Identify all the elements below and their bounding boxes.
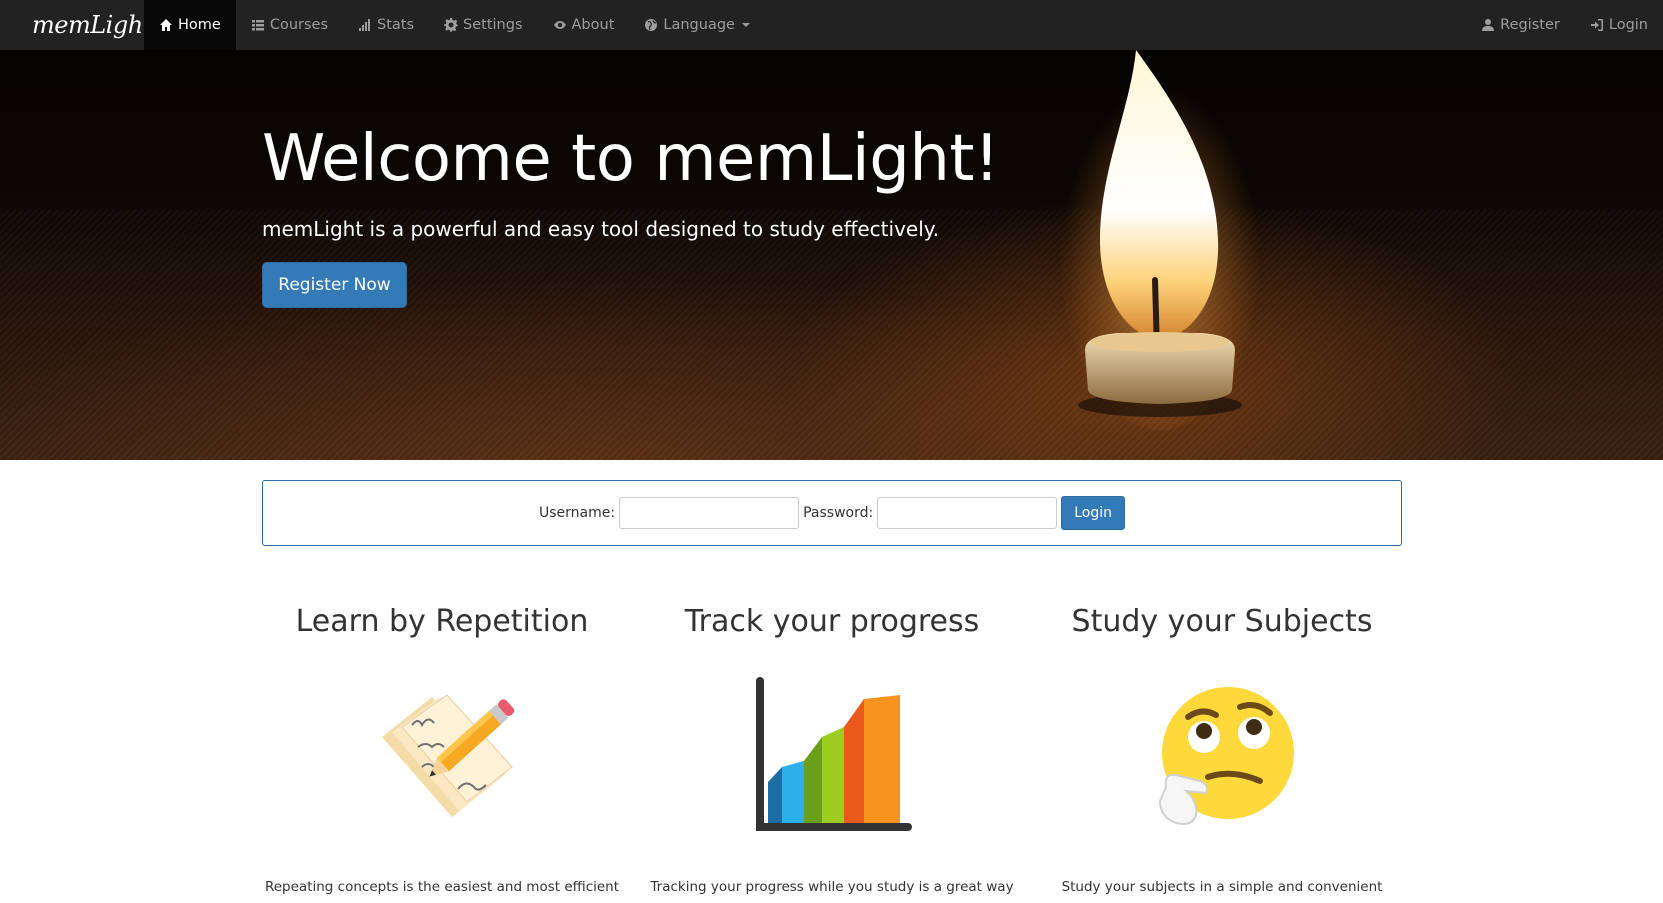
nav-register[interactable]: Register xyxy=(1466,0,1575,50)
username-label: Username: xyxy=(539,505,616,521)
nav-home[interactable]: Home xyxy=(144,0,236,50)
nav-about-label: About xyxy=(571,17,615,33)
eye-icon xyxy=(553,21,566,29)
nav-courses-label: Courses xyxy=(269,17,329,33)
feature-text: Study your subjects in a simple and conv… xyxy=(1061,879,1383,895)
username-input[interactable] xyxy=(619,497,800,529)
feature-title: Study your Subjects xyxy=(1071,604,1373,639)
nav-stats[interactable]: Stats xyxy=(343,0,429,50)
navbar: memLight Home Courses Stats Settings Abo… xyxy=(0,0,1663,50)
brand-text: memLight xyxy=(32,11,152,39)
nav-settings[interactable]: Settings xyxy=(429,0,537,50)
feature-text: Tracking your progress while you study i… xyxy=(650,879,1014,895)
chevron-down-icon xyxy=(741,23,750,27)
feature-text: Repeating concepts is the easiest and mo… xyxy=(264,879,620,895)
nav-login[interactable]: Login xyxy=(1575,0,1663,50)
stats-icon xyxy=(359,19,371,31)
login-button[interactable]: Login xyxy=(1061,496,1125,530)
register-now-button[interactable]: Register Now xyxy=(262,262,407,308)
gear-icon xyxy=(444,18,459,32)
hero-title: Welcome to memLight! xyxy=(262,122,1000,196)
candle-image xyxy=(1060,50,1260,430)
brand-logo[interactable]: memLight xyxy=(0,0,152,50)
globe-icon xyxy=(645,19,658,31)
feature-title: Learn by Repetition xyxy=(295,604,589,639)
nav-register-label: Register xyxy=(1500,17,1560,33)
user-icon xyxy=(1482,19,1495,31)
nav-language-label: Language xyxy=(663,17,735,33)
nav-settings-label: Settings xyxy=(463,17,523,33)
nav-courses[interactable]: Courses xyxy=(236,0,343,50)
password-label: Password: xyxy=(803,505,874,521)
feature-study: Study your Subjects Study your subjects … xyxy=(1027,604,1417,895)
nav-right: Register Login xyxy=(1466,0,1663,50)
password-input[interactable] xyxy=(877,497,1058,529)
list-icon xyxy=(251,20,264,31)
hero-subtitle: memLight is a powerful and easy tool des… xyxy=(262,217,940,241)
thinking-face-icon xyxy=(1142,677,1302,837)
hero-texture xyxy=(0,210,1663,460)
nav-about[interactable]: About xyxy=(538,0,630,50)
hero-banner: Welcome to memLight! memLight is a power… xyxy=(0,50,1663,460)
login-form: Username: Password: Login xyxy=(262,480,1402,546)
feature-learn: Learn by Repetition Repeating concepts i… xyxy=(247,604,637,895)
nav-login-label: Login xyxy=(1608,17,1648,33)
nav-stats-label: Stats xyxy=(377,17,415,33)
notes-pencil-icon xyxy=(362,677,522,837)
nav-home-label: Home xyxy=(178,17,221,33)
bar-chart-icon xyxy=(752,677,912,837)
feature-title: Track your progress xyxy=(684,604,980,639)
login-icon xyxy=(1590,19,1603,31)
feature-progress: Track your progress Tracking your progre… xyxy=(637,604,1027,895)
nav-language[interactable]: Language xyxy=(629,0,765,50)
home-icon xyxy=(160,19,172,31)
